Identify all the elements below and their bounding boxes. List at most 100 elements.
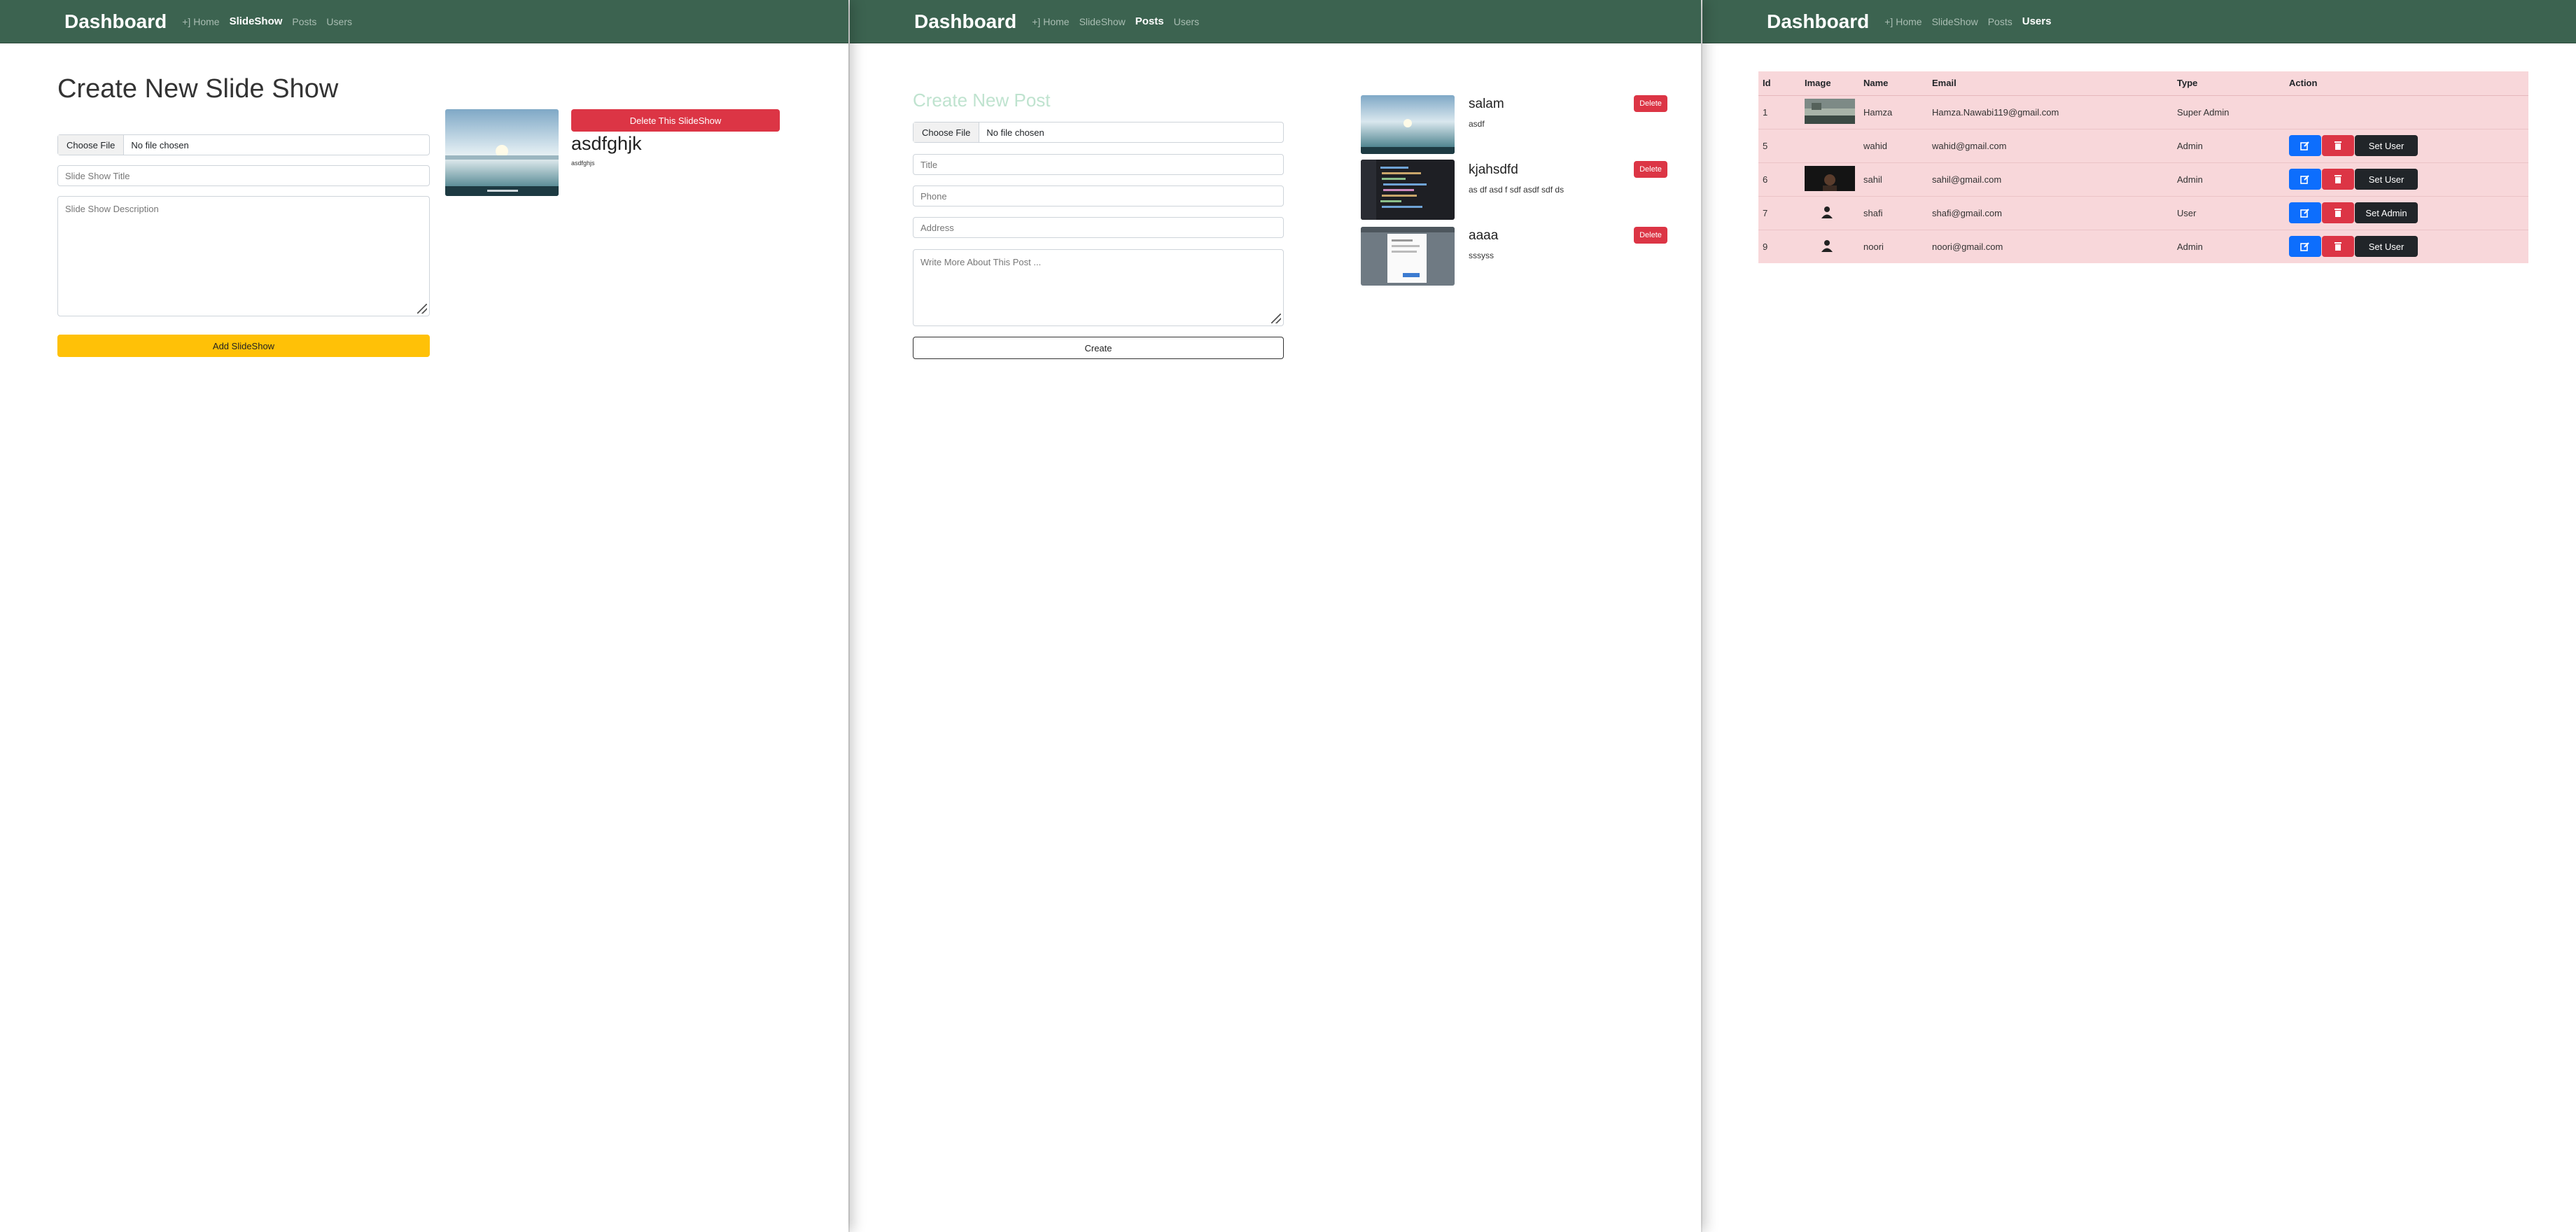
landscape-photo	[1361, 95, 1455, 154]
header-name: Name	[1859, 71, 1928, 96]
choose-file-button[interactable]: Choose File	[913, 122, 980, 142]
nav-home[interactable]: +] Home	[1032, 16, 1069, 27]
delete-post-button[interactable]: Delete	[1634, 95, 1667, 112]
nav-slideshow[interactable]: SlideShow	[1932, 16, 1978, 27]
user-name: wahid	[1859, 128, 1928, 162]
user-type: Admin	[2173, 162, 2285, 196]
table-row: 1 Hamza Hamza.Nawabi119@gmail.com Super …	[1758, 94, 2528, 129]
trash-icon	[2334, 175, 2342, 183]
delete-post-button[interactable]: Delete	[1634, 227, 1667, 244]
nav-users[interactable]: Users	[2022, 15, 2052, 27]
person-icon	[1821, 239, 1833, 252]
table-row: 7 shafi shafi@gmail.com User Set Admin	[1758, 195, 2528, 230]
user-image	[1800, 94, 1859, 129]
slideshow-panel: Dashboard +] Home SlideShow Posts Users …	[0, 0, 848, 1232]
create-post-button[interactable]: Create	[913, 337, 1284, 359]
post-body: asdf	[1469, 119, 1485, 129]
brand[interactable]: Dashboard	[914, 10, 1016, 33]
delete-user-button[interactable]	[2322, 135, 2354, 156]
brand[interactable]: Dashboard	[1767, 10, 1869, 33]
post-body: sssyss	[1469, 251, 1494, 260]
edit-button[interactable]	[2289, 169, 2321, 190]
nav-users[interactable]: Users	[1174, 16, 1200, 27]
address-input[interactable]: Address	[913, 217, 1284, 238]
user-actions: Set User	[2285, 128, 2528, 162]
slide-title-input[interactable]: Slide Show Title	[57, 165, 430, 186]
edit-button[interactable]	[2289, 236, 2321, 258]
trash-icon	[2334, 209, 2342, 217]
user-image	[1800, 229, 1859, 263]
file-name: No file chosen	[131, 139, 189, 150]
landscape-photo	[445, 109, 559, 196]
person-icon	[1821, 206, 1833, 218]
edit-icon	[2300, 175, 2309, 184]
nav-slideshow[interactable]: SlideShow	[1079, 16, 1126, 27]
user-type: Admin	[2173, 229, 2285, 263]
nav-posts[interactable]: Posts	[1135, 15, 1164, 27]
post-body: as df asd f sdf asdf sdf ds	[1469, 185, 1564, 195]
user-name: shafi	[1859, 195, 1928, 230]
user-name: sahil	[1859, 162, 1928, 196]
edit-icon	[2300, 242, 2309, 252]
edit-button[interactable]	[2289, 202, 2321, 223]
navbar: Dashboard +] Home SlideShow Posts Users	[1702, 0, 2576, 43]
page-title: Create New Slide Show	[57, 74, 339, 104]
header-image: Image	[1800, 71, 1859, 96]
file-input[interactable]: Choose File No file chosen	[913, 122, 1284, 143]
delete-slideshow-button[interactable]: Delete This SlideShow	[571, 109, 780, 132]
set-role-button[interactable]: Set Admin	[2355, 202, 2418, 223]
file-input[interactable]: Choose File No file chosen	[57, 134, 430, 155]
user-actions: Set User	[2285, 229, 2528, 263]
user-email: noori@gmail.com	[1928, 229, 2173, 263]
slide-thumbnail	[445, 109, 559, 196]
user-email: shafi@gmail.com	[1928, 195, 2173, 230]
user-image	[1800, 128, 1859, 162]
set-role-button[interactable]: Set User	[2355, 135, 2418, 156]
delete-post-button[interactable]: Delete	[1634, 161, 1667, 178]
nav-posts[interactable]: Posts	[1988, 16, 2012, 27]
dialog-screenshot	[1361, 227, 1455, 286]
delete-user-button[interactable]	[2322, 236, 2354, 258]
landscape-photo	[1805, 98, 1855, 124]
about-placeholder: Write More About This Post ...	[920, 257, 1042, 267]
post-thumbnail	[1361, 227, 1455, 286]
user-image	[1800, 162, 1859, 196]
user-type: User	[2173, 195, 2285, 230]
brand[interactable]: Dashboard	[64, 10, 167, 33]
user-id: 6	[1758, 162, 1800, 196]
edit-icon	[2300, 209, 2309, 218]
delete-user-button[interactable]	[2322, 169, 2354, 190]
slide-description-input[interactable]: Slide Show Description	[57, 196, 430, 316]
user-actions: Set User	[2285, 162, 2528, 196]
slide-description: asdfghjs	[571, 160, 595, 167]
nav-home[interactable]: +] Home	[1884, 16, 1921, 27]
post-title: salam	[1469, 97, 1504, 111]
resize-grip-icon[interactable]	[1271, 314, 1281, 323]
choose-file-button[interactable]: Choose File	[58, 135, 125, 155]
nav-users[interactable]: Users	[326, 16, 352, 27]
code-screenshot	[1361, 160, 1455, 220]
nav-home[interactable]: +] Home	[182, 16, 219, 27]
nav-slideshow[interactable]: SlideShow	[230, 15, 283, 27]
phone-input[interactable]: Phone	[913, 186, 1284, 206]
delete-user-button[interactable]	[2322, 202, 2354, 223]
user-email: Hamza.Nawabi119@gmail.com	[1928, 94, 2173, 129]
nav-posts[interactable]: Posts	[292, 16, 316, 27]
header-email: Email	[1928, 71, 2173, 96]
trash-icon	[2334, 141, 2342, 150]
post-about-input[interactable]: Write More About This Post ...	[913, 249, 1284, 326]
trash-icon	[2334, 242, 2342, 251]
post-title-input[interactable]: Title	[913, 154, 1284, 175]
description-placeholder: Slide Show Description	[65, 204, 159, 214]
post-thumbnail	[1361, 160, 1455, 220]
page-title: Create New Post	[913, 90, 1051, 111]
edit-button[interactable]	[2289, 135, 2321, 156]
edit-icon	[2300, 141, 2309, 150]
set-role-button[interactable]: Set User	[2355, 169, 2418, 190]
add-slideshow-button[interactable]: Add SlideShow	[57, 335, 430, 357]
dark-photo	[1805, 165, 1855, 191]
user-id: 5	[1758, 128, 1800, 162]
set-role-button[interactable]: Set User	[2355, 236, 2418, 258]
resize-grip-icon[interactable]	[417, 304, 427, 314]
user-type: Admin	[2173, 128, 2285, 162]
